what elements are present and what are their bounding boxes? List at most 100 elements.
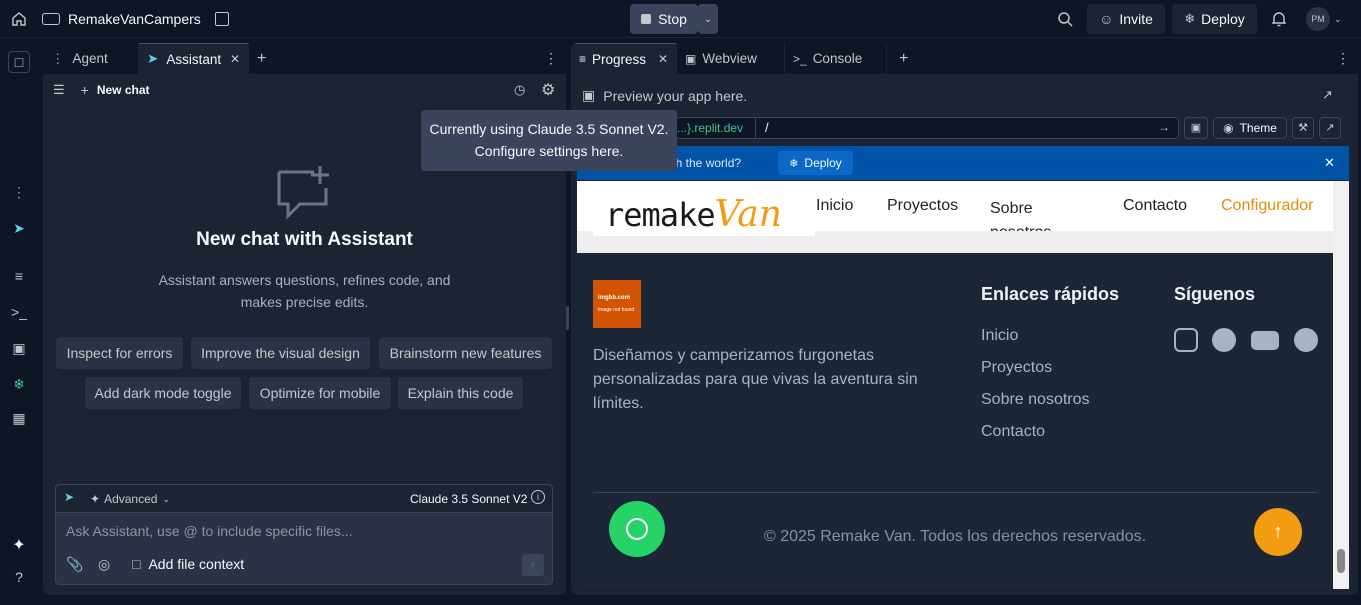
info-icon[interactable]: i (531, 490, 545, 504)
tab-agent[interactable]: ⋮ Agent (43, 43, 139, 74)
help-icon[interactable]: ? (10, 568, 28, 586)
quick-links-title: Enlaces rápidos (981, 284, 1120, 304)
suggestion-dark-mode[interactable]: Add dark mode toggle (85, 377, 241, 409)
assistant-icon: ➤ (64, 490, 75, 504)
suggestion-explain-code[interactable]: Explain this code (398, 377, 523, 409)
quick-link-proyectos[interactable]: Proyectos (981, 359, 1052, 377)
gear-icon[interactable]: ⚙ (541, 80, 555, 100)
repl-title[interactable]: RemakeVanCampers (42, 10, 229, 28)
top-bar: RemakeVanCampers Stop ⌄ ☺ Invite ❄ Deplo… (0, 0, 1361, 38)
file-tree-icon[interactable] (214, 12, 229, 26)
nav-contacto[interactable]: Contacto (1123, 197, 1187, 215)
agent-icon: ⋮ (51, 50, 65, 66)
youtube-icon[interactable] (1251, 331, 1279, 350)
gauge-icon[interactable]: ◷ (514, 82, 525, 98)
tab-console[interactable]: >_ Console (785, 43, 887, 74)
empty-state-desc-line2: makes precise edits. (240, 294, 369, 310)
settings-tooltip: Currently using Claude 3.5 Sonnet V2. Co… (421, 110, 677, 171)
palette-icon: ◉ (1223, 121, 1234, 135)
scrollbar-thumb[interactable] (1337, 549, 1345, 573)
add-user-icon: ☺ (1099, 11, 1114, 27)
devtools-icon[interactable]: ⚒ (1292, 117, 1314, 139)
deploy-button[interactable]: ❄ Deploy (1172, 4, 1257, 34)
run-options-button[interactable]: ⌄ (698, 4, 718, 34)
external-link-icon[interactable]: ↗ (1319, 117, 1341, 139)
scroll-top-button[interactable]: ↑ (1254, 508, 1302, 556)
url-bar[interactable]: ...}.replit.dev / → (666, 117, 1179, 139)
instagram-icon[interactable] (1174, 328, 1198, 352)
scrollbar-track[interactable] (1333, 181, 1349, 589)
add-tab-button[interactable]: + (887, 43, 916, 74)
preview-hint: ▣ Preview your app here. (582, 87, 748, 104)
pinterest-icon[interactable] (1294, 328, 1318, 352)
tab-progress[interactable]: ≡ Progress ✕ (571, 43, 677, 74)
composer: ➤ ✦ Advanced ⌄ Claude 3.5 Sonnet V2 i As… (55, 484, 553, 585)
banner-deploy-button[interactable]: ❄ Deploy (778, 151, 853, 175)
footer-divider (593, 492, 1317, 493)
site-preview: remake Van Inicio Proyectos Sobre nosotr… (577, 181, 1333, 589)
empty-state-desc-line1: Assistant answers questions, refines cod… (158, 272, 451, 288)
assistant-icon[interactable]: ➤ (10, 219, 28, 237)
all-tools-icon[interactable]: ▦ (10, 409, 28, 427)
close-icon[interactable]: ✕ (1324, 155, 1335, 171)
nav-proyectos[interactable]: Proyectos (887, 197, 958, 215)
home-icon[interactable] (9, 9, 29, 29)
tab-assistant[interactable]: ➤ Assistant ✕ (139, 43, 249, 74)
chat-list-icon[interactable]: ☰ (53, 82, 65, 98)
suggestion-improve-design[interactable]: Improve the visual design (191, 337, 370, 369)
sparkle-icon: ✦ (90, 492, 101, 506)
advanced-toggle[interactable]: ✦ Advanced ⌄ (90, 492, 170, 506)
right-tabs: ≡ Progress ✕ ▣ Webview >_ Console + ⋮ (571, 43, 1358, 74)
arrow-right-icon[interactable]: → (1158, 120, 1170, 134)
quick-link-contacto[interactable]: Contacto (981, 423, 1045, 441)
invite-button[interactable]: ☺ Invite (1087, 4, 1165, 34)
url-domain: ...}.replit.dev (677, 121, 744, 135)
add-tab-button[interactable]: + (249, 43, 274, 74)
empty-state-title: New chat with Assistant (196, 229, 413, 250)
search-icon[interactable] (1056, 10, 1074, 28)
open-new-window-icon[interactable]: ↗ (1322, 87, 1333, 103)
bell-icon[interactable] (1270, 10, 1288, 28)
tab-webview[interactable]: ▣ Webview (677, 43, 785, 74)
assistant-icon: ➤ (147, 51, 159, 66)
chat-input[interactable]: Ask Assistant, use @ to include specific… (66, 523, 353, 539)
target-icon[interactable]: ◎ (98, 556, 110, 573)
monitor-icon: ▣ (582, 87, 596, 103)
attach-icon[interactable]: 📎 (66, 556, 83, 573)
add-file-context-button[interactable]: □ Add file context (132, 556, 244, 572)
folder-plus-icon: □ (132, 556, 141, 572)
facebook-icon[interactable] (1212, 328, 1236, 352)
git-icon[interactable]: ≡ (10, 267, 28, 285)
files-icon[interactable]: □ (8, 51, 30, 73)
site-header: remake Van Inicio Proyectos Sobre nosotr… (577, 181, 1333, 253)
stop-button[interactable]: Stop (630, 4, 698, 34)
close-icon[interactable]: ✕ (658, 52, 668, 66)
quick-link-inicio[interactable]: Inicio (981, 327, 1018, 345)
quick-link-sobre-nosotros[interactable]: Sobre nosotros (981, 391, 1090, 409)
suggestion-brainstorm[interactable]: Brainstorm new features (379, 337, 552, 369)
device-icon[interactable]: ▣ (1184, 117, 1208, 139)
model-label[interactable]: Claude 3.5 Sonnet V2 (410, 492, 527, 506)
avatar[interactable]: PM ⌄ (1306, 7, 1342, 31)
theme-button[interactable]: ◉ Theme (1213, 117, 1287, 139)
more-options-icon[interactable]: ⋮ (536, 43, 566, 74)
left-tabs: ⋮ Agent ➤ Assistant ✕ + ⋮ (43, 43, 566, 74)
webview-icon[interactable]: ▣ (10, 339, 28, 357)
whatsapp-button[interactable] (609, 501, 665, 557)
new-chat-button[interactable]: + New chat (81, 82, 150, 98)
sparkle-icon[interactable]: ✦ (10, 536, 28, 554)
nav-configurador[interactable]: Configurador (1221, 197, 1314, 215)
close-icon[interactable]: ✕ (230, 52, 240, 66)
send-button[interactable]: ↑ (522, 554, 544, 576)
new-chat-illustration-icon (276, 164, 334, 225)
suggestion-optimize-mobile[interactable]: Optimize for mobile (249, 377, 391, 409)
nav-inicio[interactable]: Inicio (816, 197, 853, 215)
progress-icon: ≡ (579, 52, 587, 66)
more-options-icon[interactable]: ⋮ (1328, 43, 1358, 74)
deployments-icon[interactable]: ❄ (10, 375, 28, 393)
site-logo[interactable]: remake Van (593, 193, 815, 236)
agent-icon[interactable]: ⋮ (10, 183, 28, 201)
panel-resizer[interactable] (566, 306, 569, 330)
suggestion-inspect-errors[interactable]: Inspect for errors (56, 337, 183, 369)
console-icon[interactable]: >_ (10, 303, 28, 321)
